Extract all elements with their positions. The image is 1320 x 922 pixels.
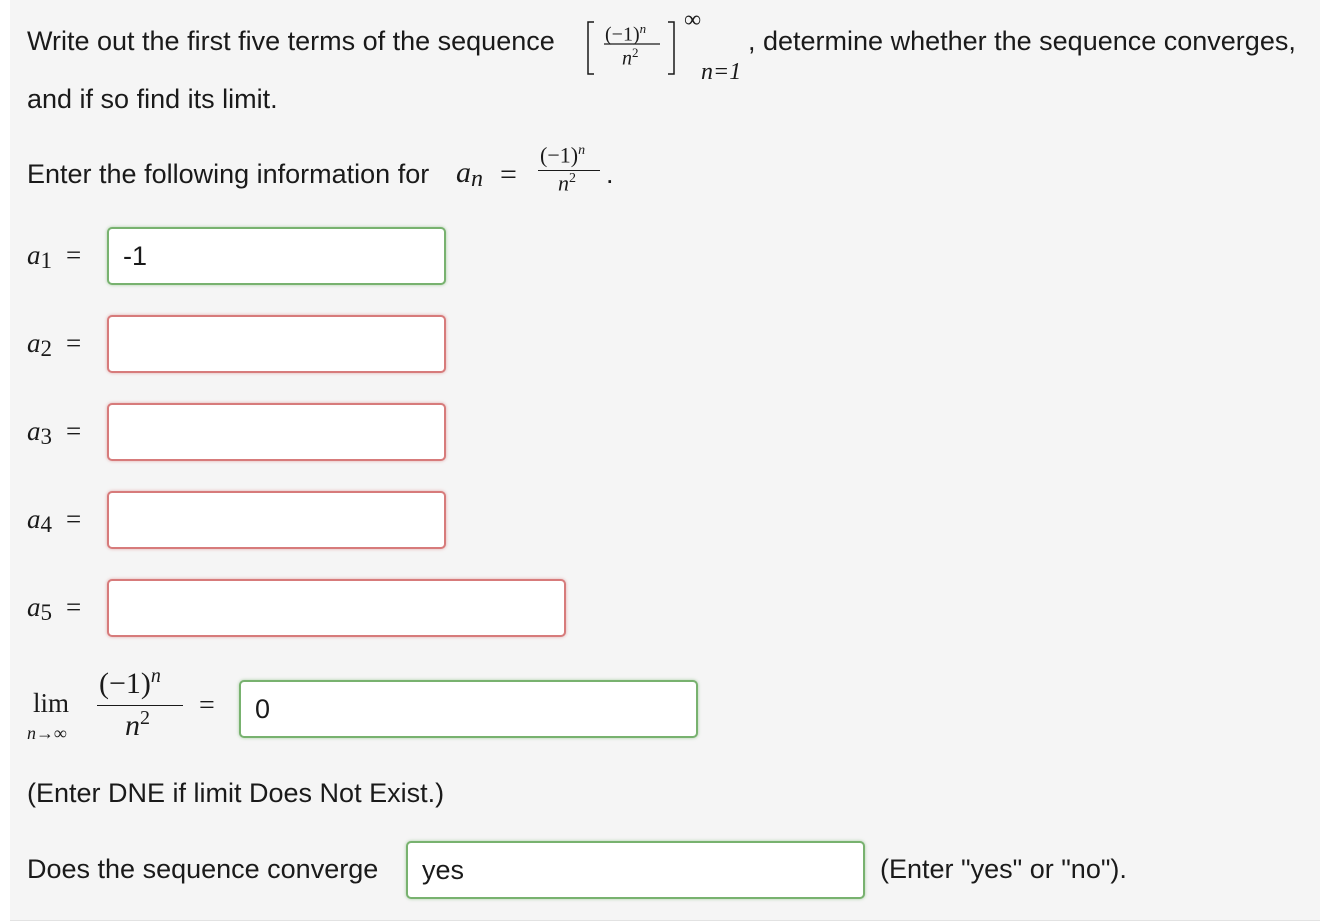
term-label-a4: a4 = [27, 504, 82, 537]
term-input-a4[interactable] [107, 491, 446, 549]
limit-subscript: n→∞ [27, 723, 67, 743]
term-input-a3[interactable] [107, 403, 446, 461]
prompt-period: . [606, 159, 614, 189]
sequence-notation: (−1)n n2 ∞ n=1 [584, 7, 744, 84]
term-input-a1[interactable]: -1 [107, 227, 446, 285]
sequence-upper-index: ∞ [684, 7, 702, 33]
limit-input[interactable]: 0 [239, 680, 698, 738]
converge-input[interactable]: yes [406, 841, 865, 899]
limit-equals: = [199, 690, 215, 721]
limit-fraction-numerator: (−1)n [99, 665, 161, 700]
dne-note: (Enter DNE if limit Does Not Exist.) [27, 778, 445, 808]
prompt-variable: an [456, 156, 483, 192]
term-input-a5[interactable] [107, 579, 566, 637]
prompt-fraction-numerator: (−1)n [540, 142, 586, 168]
limit-fraction-denominator: n2 [125, 707, 150, 742]
term-label-a1: a1 = [27, 240, 82, 273]
sequence-lower-index: n=1 [701, 59, 742, 85]
converge-hint: (Enter "yes" or "no"). [880, 854, 1127, 884]
term-label-a5: a5 = [27, 592, 82, 625]
limit-expression: lim n→∞ (−1)n n2 = [27, 662, 237, 752]
sequence-numerator: (−1)n [605, 21, 647, 46]
limit-fraction-bar [97, 705, 183, 706]
term-input-a2[interactable] [107, 315, 446, 373]
prompt-fraction: (−1)n n2 [536, 144, 604, 198]
converge-label: Does the sequence converge [27, 854, 379, 884]
term-label-a2: a2 = [27, 328, 82, 361]
term-label-a3: a3 = [27, 416, 82, 449]
intro-text-after: , determine whether the sequence converg… [748, 26, 1296, 56]
intro-text-before: Write out the first five terms of the se… [27, 26, 555, 56]
prompt-text: Enter the following information for [27, 159, 430, 189]
prompt-equals: = [500, 158, 517, 191]
limit-lim-label: lim [33, 688, 70, 718]
sequence-denominator: n2 [622, 45, 639, 70]
intro-text-line2: and if so find its limit. [27, 84, 278, 114]
prompt-fraction-denominator: n2 [558, 170, 576, 196]
